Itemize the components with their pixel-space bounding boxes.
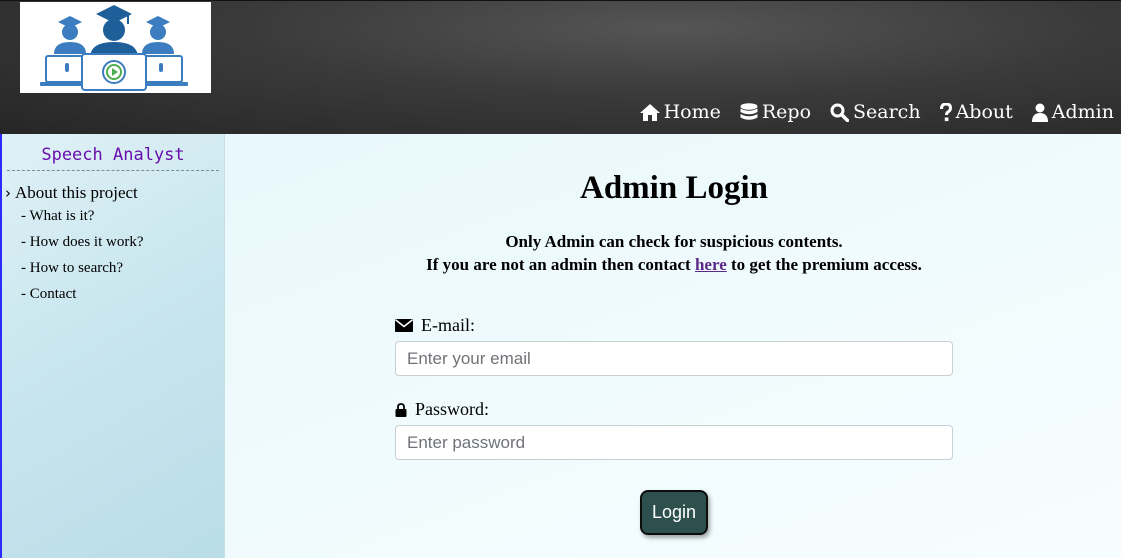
nav-repo[interactable]: Repo <box>740 101 811 123</box>
contact-here-link[interactable]: here <box>695 255 727 274</box>
page-title: Admin Login <box>580 170 768 206</box>
lock-icon <box>395 402 407 417</box>
nav-search-label: Search <box>853 101 921 123</box>
intro-line-1: Only Admin can check for suspicious cont… <box>505 232 843 251</box>
header: Home Repo Search About Admin <box>0 0 1121 134</box>
email-field[interactable] <box>395 341 953 376</box>
search-icon <box>830 103 850 122</box>
password-label-text: Password: <box>415 399 490 419</box>
sidebar: Speech Analyst › About this project - Wh… <box>0 134 225 558</box>
password-field[interactable] <box>395 425 953 460</box>
nav-home-label: Home <box>663 101 721 123</box>
nav-admin-label: Admin <box>1051 101 1114 123</box>
sidebar-section-about[interactable]: › About this project <box>5 183 224 203</box>
email-label: E-mail: <box>395 315 475 336</box>
main-nav: Home Repo Search About Admin <box>621 101 1114 123</box>
site-logo[interactable] <box>20 2 211 93</box>
sidebar-section-label: About this project <box>15 183 138 202</box>
nav-search[interactable]: Search <box>830 101 921 123</box>
question-icon <box>939 102 952 121</box>
sidebar-links: - What is it? - How does it work? - How … <box>2 209 224 315</box>
nav-about[interactable]: About <box>939 101 1013 123</box>
sidebar-link-contact[interactable]: - Contact <box>21 287 224 315</box>
nav-repo-label: Repo <box>761 101 812 123</box>
login-button[interactable]: Login <box>640 490 708 535</box>
database-icon <box>740 102 758 120</box>
logo-graduates-icon <box>40 5 188 91</box>
home-icon <box>639 103 660 121</box>
nav-admin[interactable]: Admin <box>1031 101 1114 123</box>
user-icon <box>1031 103 1048 122</box>
chevron-right-icon: › <box>5 184 11 202</box>
nav-about-label: About <box>955 101 1013 123</box>
nav-home[interactable]: Home <box>639 101 721 123</box>
intro-line-2-start: If you are not an admin then contact <box>426 255 695 274</box>
intro-text: Only Admin can check for suspicious cont… <box>225 230 1121 276</box>
main-content: Admin Login Only Admin can check for sus… <box>225 134 1121 558</box>
email-label-text: E-mail: <box>421 315 475 335</box>
password-label: Password: <box>395 399 489 420</box>
envelope-icon <box>395 319 413 332</box>
sidebar-title: Speech Analyst <box>7 145 219 171</box>
intro-line-2-end: to get the premium access. <box>726 255 922 274</box>
intro-line-2: If you are not an admin then contact her… <box>225 253 1121 276</box>
